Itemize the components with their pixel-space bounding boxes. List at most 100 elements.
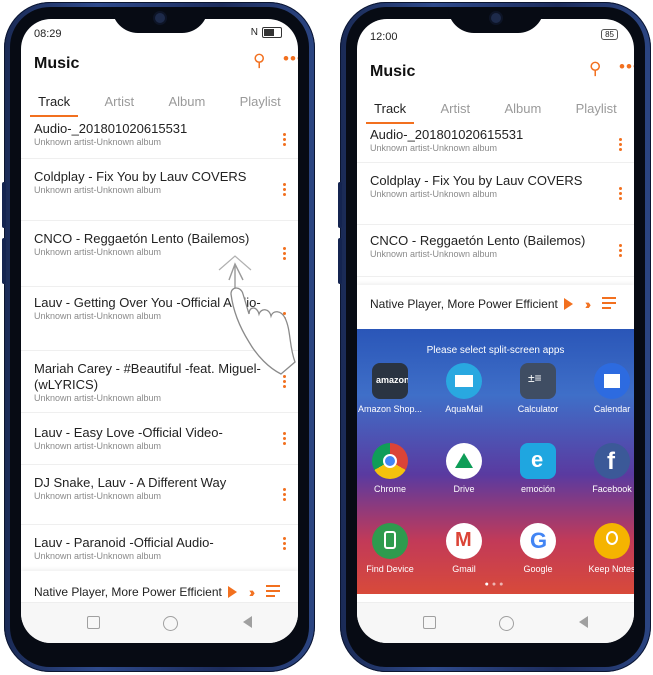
facebook-icon: f: [594, 443, 630, 479]
volume-button: [338, 182, 342, 228]
app-calculator[interactable]: ±≡ Calculator: [505, 363, 571, 414]
track-title: CNCO - Reggaetón Lento (Bailemos): [34, 231, 250, 246]
track-title: DJ Snake, Lauv - A Different Way: [34, 475, 227, 490]
app-label: emoción: [520, 484, 556, 494]
tab-playlist[interactable]: Playlist: [576, 101, 617, 124]
app-emocion[interactable]: e emoción: [505, 443, 571, 494]
app-label: Drive: [453, 484, 475, 494]
app-label: Calculator: [517, 404, 559, 414]
app-gmail[interactable]: M Gmail: [431, 523, 497, 574]
tab-artist[interactable]: Artist: [105, 94, 135, 117]
play-icon[interactable]: [563, 298, 573, 310]
more-options-icon[interactable]: [619, 137, 623, 152]
tab-artist[interactable]: Artist: [441, 101, 471, 124]
list-item[interactable]: Audio-_201801020615531 Unknown artist-Un…: [357, 127, 634, 163]
home-icon[interactable]: [163, 616, 178, 631]
more-options-icon[interactable]: [283, 132, 287, 147]
notch: [111, 7, 208, 33]
queue-icon[interactable]: [602, 296, 617, 312]
status-time: 12:00: [370, 31, 398, 43]
list-item[interactable]: DJ Snake, Lauv - A Different Way Unknown…: [21, 465, 298, 525]
split-screen-title: Please select split-screen apps: [426, 345, 565, 356]
list-item[interactable]: Coldplay - Fix You by Lauv COVERS Unknow…: [357, 163, 634, 225]
track-subtitle: Unknown artist-Unknown album: [34, 491, 162, 501]
left-phone: 08:29 N Music ⚲ ••• Track Artist Album P…: [2, 2, 315, 672]
app-chrome[interactable]: Chrome: [357, 443, 423, 494]
amazon-icon: amazon: [372, 363, 408, 399]
more-options-icon[interactable]: [283, 431, 287, 446]
queue-icon[interactable]: [266, 584, 281, 600]
tab-track[interactable]: Track: [30, 94, 79, 117]
list-item[interactable]: Lauv - Easy Love -Official Video- Unknow…: [21, 413, 298, 465]
more-options-icon[interactable]: [283, 182, 287, 197]
split-screen-panel: Please select split-screen apps amazon A…: [357, 329, 634, 594]
app-label: AquaMail: [445, 404, 483, 414]
app-facebook[interactable]: f Facebook: [579, 443, 634, 494]
player-text: Native Player, More Power Efficient: [34, 585, 222, 599]
track-title: Audio-_201801020615531: [370, 127, 524, 142]
fast-forward-icon[interactable]: ››: [249, 584, 256, 600]
status-time: 08:29: [34, 28, 62, 40]
search-icon[interactable]: ⚲: [589, 59, 601, 79]
home-icon[interactable]: [499, 616, 514, 631]
swipe-up-gesture-icon: [218, 255, 296, 375]
track-title: Coldplay - Fix You by Lauv COVERS: [370, 173, 583, 188]
tab-album[interactable]: Album: [168, 94, 205, 117]
track-title: Lauv - Paranoid -Official Audio-: [34, 535, 214, 550]
fast-forward-icon[interactable]: ››: [585, 296, 592, 312]
more-options-icon[interactable]: [283, 487, 287, 502]
app-label: Facebook: [592, 484, 632, 494]
tab-track[interactable]: Track: [366, 101, 415, 124]
app-google[interactable]: G Google: [505, 523, 571, 574]
front-camera: [490, 13, 501, 23]
right-screen: 12:00 85 Music ⚲ ••• Track Artist Album …: [357, 19, 634, 643]
tab-bar: Track Artist Album Playlist: [21, 94, 298, 117]
track-subtitle: Unknown artist-Unknown album: [34, 441, 162, 451]
list-item[interactable]: Lauv - Paranoid -Official Audio- Unknown…: [21, 525, 298, 563]
tab-album[interactable]: Album: [504, 101, 541, 124]
track-title: Lauv - Easy Love -Official Video-: [34, 425, 223, 440]
tab-playlist[interactable]: Playlist: [240, 94, 281, 117]
track-subtitle: Unknown artist-Unknown album: [34, 551, 162, 561]
back-icon[interactable]: [243, 616, 252, 628]
more-icon[interactable]: •••: [619, 57, 634, 77]
track-subtitle: Unknown artist-Unknown album: [370, 143, 498, 153]
keep-notes-icon: [594, 523, 630, 559]
app-amazon[interactable]: amazon Amazon Shop...: [357, 363, 423, 414]
mini-player[interactable]: Native Player, More Power Efficient ››: [357, 285, 634, 323]
nav-bar: [357, 602, 634, 643]
emocion-icon: e: [520, 443, 556, 479]
notch: [447, 7, 544, 33]
list-item[interactable]: Audio-_201801020615531 Unknown artist-Un…: [21, 121, 298, 159]
track-list: Audio-_201801020615531 Unknown artist-Un…: [357, 127, 634, 277]
search-icon[interactable]: ⚲: [253, 51, 265, 71]
chrome-icon: [372, 443, 408, 479]
gmail-icon: M: [446, 523, 482, 559]
app-find-device[interactable]: Find Device: [357, 523, 423, 574]
google-icon: G: [520, 523, 556, 559]
track-title: Coldplay - Fix You by Lauv COVERS: [34, 169, 247, 184]
app-drive[interactable]: Drive: [431, 443, 497, 494]
find-device-icon: [372, 523, 408, 559]
track-subtitle: Unknown artist-Unknown album: [34, 393, 162, 403]
more-icon[interactable]: •••: [283, 49, 298, 69]
list-item[interactable]: CNCO - Reggaetón Lento (Bailemos) Unknow…: [357, 225, 634, 277]
track-subtitle: Unknown artist-Unknown album: [370, 249, 498, 259]
recent-apps-icon[interactable]: [423, 616, 436, 629]
more-options-icon[interactable]: [619, 186, 623, 201]
recent-apps-icon[interactable]: [87, 616, 100, 629]
tab-bar: Track Artist Album Playlist: [357, 101, 634, 124]
app-keep-notes[interactable]: Keep Notes: [579, 523, 634, 574]
app-label: Chrome: [373, 484, 406, 494]
list-item[interactable]: Coldplay - Fix You by Lauv COVERS Unknow…: [21, 159, 298, 221]
app-calendar[interactable]: Calendar: [579, 363, 634, 414]
page-indicator: ●●●: [484, 581, 507, 588]
app-aquamail[interactable]: AquaMail: [431, 363, 497, 414]
back-icon[interactable]: [579, 616, 588, 628]
more-options-icon[interactable]: [619, 243, 623, 258]
play-icon[interactable]: [227, 586, 237, 598]
nav-bar: [21, 602, 298, 643]
more-options-icon[interactable]: [283, 537, 287, 551]
track-subtitle: Unknown artist-Unknown album: [370, 189, 498, 199]
app-label: Amazon Shop...: [357, 404, 423, 414]
